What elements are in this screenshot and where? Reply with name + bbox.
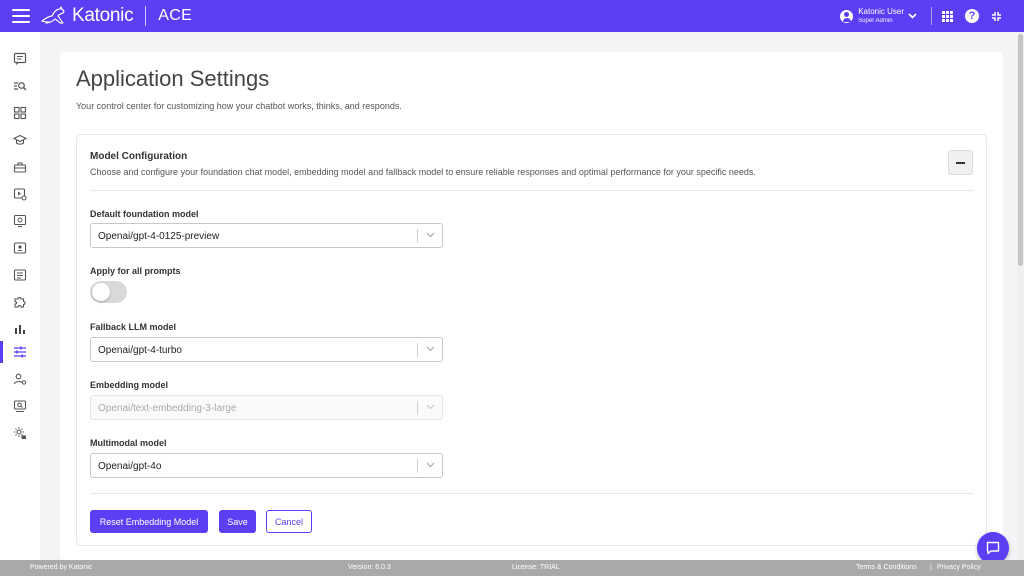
multimodal-model-label: Multimodal model [90, 438, 167, 448]
graduation-cap-icon [13, 134, 27, 145]
sidebar-item-media[interactable] [0, 182, 40, 206]
section-description: Choose and configure your foundation cha… [90, 167, 756, 177]
collapse-section-button[interactable] [948, 150, 973, 175]
chat-icon [13, 52, 27, 65]
sidebar-item-plugins[interactable] [0, 290, 40, 314]
sidebar-item-security[interactable] [0, 421, 40, 445]
chevron-down-icon [908, 13, 917, 19]
sidebar-item-monitor[interactable] [0, 394, 40, 418]
sliders-icon [14, 346, 26, 358]
fullscreen-exit-icon[interactable] [991, 11, 1002, 22]
terms-link[interactable]: Terms & Conditions [856, 564, 917, 571]
privacy-link[interactable]: Privacy Policy [937, 564, 981, 571]
user-role: Super Admin [858, 18, 893, 24]
chevron-down-icon [426, 346, 435, 352]
cancel-button[interactable]: Cancel [266, 510, 312, 533]
header-divider [145, 6, 147, 26]
default-model-select[interactable]: Openai/gpt-4-0125-preview [90, 223, 443, 248]
multimodal-model-value: Openai/gpt-4o [98, 461, 162, 472]
default-model-value: Openai/gpt-4-0125-preview [98, 231, 220, 242]
top-bar: Katonic ACE Katonic User Super Admin ? [0, 0, 1024, 32]
kangaroo-logo-icon [41, 6, 65, 24]
monitor-search-icon [13, 400, 27, 413]
help-icon[interactable]: ? [965, 9, 979, 23]
chat-bubble-icon [986, 541, 1000, 555]
sidebar-item-dashboard[interactable] [0, 101, 40, 125]
settings-card: Application Settings Your control center… [60, 52, 1003, 560]
reset-embedding-model-button[interactable]: Reset Embedding Model [90, 510, 208, 533]
footer-version: Version: 6.0.3 [348, 564, 391, 571]
toolbox-icon [13, 162, 27, 173]
save-button[interactable]: Save [219, 510, 256, 533]
footer-separator: | [930, 564, 932, 571]
multimodal-model-select[interactable]: Openai/gpt-4o [90, 453, 443, 478]
fallback-model-select[interactable]: Openai/gpt-4-turbo [90, 337, 443, 362]
document-list-icon [13, 269, 27, 281]
sidebar-item-settings[interactable] [0, 340, 40, 364]
section-divider [90, 190, 974, 191]
puzzle-icon [14, 296, 26, 308]
grid-icon [13, 106, 27, 120]
user-settings-icon [13, 373, 27, 385]
actions-divider [90, 493, 974, 494]
sidebar-item-tools[interactable] [0, 155, 40, 179]
model-configuration-section: Model Configuration Choose and configure… [76, 134, 987, 546]
sidebar [0, 32, 40, 560]
section-title: Model Configuration [90, 151, 188, 162]
fallback-model-value: Openai/gpt-4-turbo [98, 345, 182, 356]
bot-message-icon [13, 214, 27, 228]
footer-license: License: TRIAL [512, 564, 560, 571]
sidebar-item-contacts[interactable] [0, 236, 40, 260]
video-settings-icon [13, 188, 27, 201]
sidebar-item-chat[interactable] [0, 47, 40, 71]
embedding-model-label: Embedding model [90, 380, 169, 390]
page-title: Application Settings [76, 66, 270, 91]
page-subtitle: Your control center for customizing how … [76, 101, 402, 111]
bar-chart-icon [15, 325, 25, 334]
sidebar-item-documents[interactable] [0, 263, 40, 287]
embedding-model-value: Openai/text-embedding-3-large [98, 403, 237, 414]
apps-grid-icon[interactable] [942, 10, 953, 22]
scrollbar-thumb[interactable] [1018, 34, 1023, 266]
app-name: ACE [158, 7, 193, 24]
header-divider-right [931, 7, 932, 25]
chevron-down-icon [426, 232, 435, 238]
menu-icon[interactable] [12, 9, 30, 23]
embedding-model-select: Openai/text-embedding-3-large [90, 395, 443, 420]
sidebar-item-bot[interactable] [0, 209, 40, 233]
contact-card-icon [13, 242, 27, 254]
user-menu[interactable]: Katonic User Super Admin [840, 8, 917, 24]
apply-all-label: Apply for all prompts [90, 266, 181, 276]
katonic-logo[interactable]: Katonic [40, 0, 134, 32]
gear-lock-icon [14, 427, 26, 439]
sidebar-item-search[interactable] [0, 74, 40, 98]
chevron-down-icon [426, 404, 435, 410]
sidebar-item-analytics[interactable] [0, 317, 40, 341]
apply-all-toggle[interactable] [90, 281, 127, 303]
user-name: Katonic User [858, 7, 904, 16]
fallback-model-label: Fallback LLM model [90, 322, 177, 332]
default-model-label: Default foundation model [90, 209, 199, 219]
footer-powered-by: Powered by Katonic [30, 564, 93, 571]
footer: Powered by Katonic Version: 6.0.3 Licens… [0, 560, 1024, 576]
sidebar-item-users[interactable] [0, 367, 40, 391]
chevron-down-icon [426, 462, 435, 468]
search-list-icon [14, 82, 27, 91]
user-avatar-icon [840, 9, 854, 23]
sidebar-item-training[interactable] [0, 128, 40, 152]
brand-name: Katonic [72, 5, 134, 26]
toggle-knob [92, 283, 110, 301]
